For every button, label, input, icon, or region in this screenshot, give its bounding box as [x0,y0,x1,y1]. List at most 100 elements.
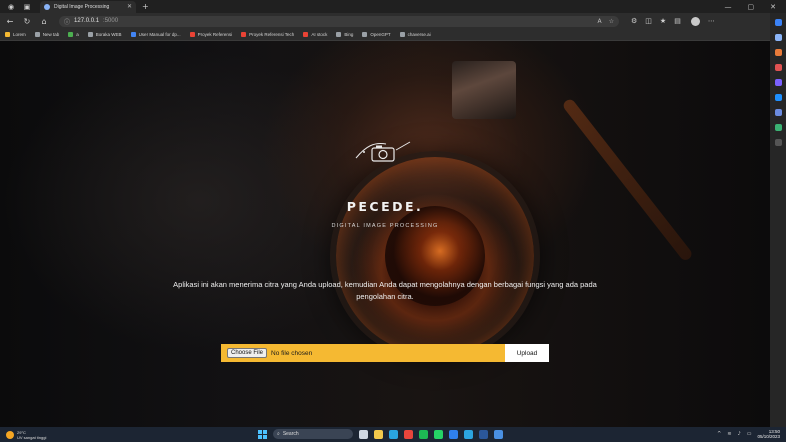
collections-icon[interactable]: ▤ [674,17,681,25]
bookmark-item[interactable]: Proyek Referensi Tech [241,32,294,37]
windows-start-icon[interactable] [258,429,267,439]
bookmark-label: Proyek Referensi [197,32,233,37]
tab-title: Digital Image Processing [54,3,110,10]
battery-icon[interactable]: ▭ [747,431,752,437]
taskbar-search[interactable]: ⌕ Search [273,429,353,439]
chrome-icon[interactable] [404,429,413,439]
no-file-chosen-text: No file chosen [271,349,313,357]
bookmark-favicon-icon [130,32,136,37]
new-tab-icon[interactable]: + [142,2,149,11]
bookmark-item[interactable]: chaverse.ai [399,32,431,37]
bookmark-favicon-icon [189,32,195,37]
bookmark-label: Proyek Referensi Tech [249,32,295,37]
shopping-icon[interactable] [774,49,782,56]
bookmark-item[interactable]: Boraka WEB [87,32,122,37]
sidebar-app-icon[interactable] [774,124,782,131]
minimize-icon[interactable]: — [725,3,732,11]
page-description: Aplikasi ini akan menerima citra yang An… [173,280,597,301]
vscode-icon[interactable] [449,429,458,439]
bookmark-label: chaverse.ai [407,32,431,37]
copilot-icon[interactable] [774,19,782,26]
system-tray: ^ ≋ ♪ ▭ 13:50 05/10/2023 [717,429,780,439]
bookmark-favicon-icon [336,32,342,37]
tab-favicon-icon [44,3,50,10]
choose-file-button[interactable]: Choose File [227,348,268,358]
browser-title-bar: ◉ ▣ Digital Image Processing ✕ + — ▢ ✕ [0,0,786,13]
bookmark-favicon-icon [362,32,368,37]
bookmark-favicon-icon [399,32,405,37]
upload-form: Choose File No file chosen Upload [221,344,549,362]
search-placeholder: Search [282,431,299,437]
page-subtitle: DIGITAL IMAGE PROCESSING [331,223,439,229]
telegram-icon[interactable] [464,429,473,439]
outlook-icon[interactable] [774,109,782,116]
word-icon[interactable] [479,429,488,439]
bookmark-favicon-icon [68,32,74,37]
whatsapp-icon[interactable] [434,429,443,439]
taskbar-clock[interactable]: 13:50 05/10/2023 [757,429,780,439]
favorites-icon[interactable]: ★ [660,17,666,25]
workspaces-icon[interactable]: ▣ [22,2,32,12]
add-sidebar-app-icon[interactable] [774,139,782,146]
profile-avatar[interactable] [690,16,700,26]
browser-tab[interactable]: Digital Image Processing ✕ [40,0,136,13]
tools-icon[interactable] [774,64,782,71]
more-menu-icon[interactable]: ⋯ [708,17,715,25]
favorite-star-icon[interactable]: ☆ [609,18,614,25]
page-hero: PECEDE. DIGITAL IMAGE PROCESSING Aplikas… [0,41,770,427]
bookmark-item[interactable]: Proyek Referensi [189,32,233,37]
bookmark-favicon-icon [303,32,309,37]
bookmark-favicon-icon [241,32,247,37]
site-info-icon[interactable]: ⓘ [64,17,70,26]
page-brand-title: PECEDE. [346,199,424,214]
sidebar-search-icon[interactable] [774,34,782,41]
sun-icon [6,430,14,439]
bookmark-label: Boraka WEB [95,32,122,37]
weather-widget[interactable]: 29°C UV sangat tinggi [6,430,46,440]
spotify-icon[interactable] [419,429,428,439]
close-window-icon[interactable]: ✕ [770,3,776,11]
home-icon[interactable]: ⌂ [37,17,51,26]
camera-logo-icon [355,141,411,162]
bookmark-favicon-icon [5,32,10,37]
windows-taskbar: 29°C UV sangat tinggi ⌕ Search ^ ≋ ♪ ▭ 1… [0,427,786,442]
bookmark-item[interactable]: Bing [336,32,353,37]
split-screen-icon[interactable]: ◫ [645,17,652,25]
maximize-icon[interactable]: ▢ [748,3,755,11]
tray-overflow-icon[interactable]: ^ [717,431,721,437]
office-icon[interactable] [774,94,782,101]
bookmarks-bar: Lorem New tab a Boraka WEB User Manual f… [0,29,770,41]
upload-button[interactable]: Upload [505,344,549,362]
task-view-icon[interactable] [359,429,368,439]
bookmark-label: User Manual for dp... [138,32,181,37]
bookmark-item[interactable]: AI stock [303,32,327,37]
volume-icon[interactable]: ♪ [738,431,741,437]
file-input-field[interactable]: Choose File No file chosen [221,344,505,362]
file-explorer-icon[interactable] [374,429,383,439]
address-bar[interactable]: ⓘ 127.0.0.1:5000 A ☆ [59,15,619,27]
back-icon[interactable]: ← [3,17,17,26]
address-port: :5000 [103,18,119,24]
bookmark-item[interactable]: New tab [34,32,60,37]
games-icon[interactable] [774,79,782,86]
camera-viewfinder-decoration [452,61,516,119]
bookmark-label: OpenGPT [370,32,391,37]
bookmark-label: New tab [42,32,60,37]
bookmark-item[interactable]: a [68,32,79,37]
bookmark-item[interactable]: Lorem [5,32,26,37]
extensions-icon[interactable]: ⚙ [631,17,637,25]
bookmark-item[interactable]: OpenGPT [362,32,391,37]
refresh-icon[interactable]: ↻ [20,17,34,26]
camera-strap-decoration [561,97,694,263]
bookmark-favicon-icon [34,32,40,37]
taskbar-app-icon[interactable] [494,429,503,439]
weather-desc: UV sangat tinggi [17,434,47,440]
bookmark-label: Lorem [13,32,26,37]
tab-close-icon[interactable]: ✕ [127,3,132,10]
browser-toolbar: ← ↻ ⌂ ⓘ 127.0.0.1:5000 A ☆ ⚙ ◫ ★ ▤ ⋯ [0,13,786,29]
edge-browser-icon[interactable] [389,429,398,439]
profile-icon[interactable]: ◉ [6,2,16,12]
wifi-icon[interactable]: ≋ [727,431,731,437]
read-aloud-icon[interactable]: A [598,18,602,25]
bookmark-item[interactable]: User Manual for dp... [130,32,181,37]
